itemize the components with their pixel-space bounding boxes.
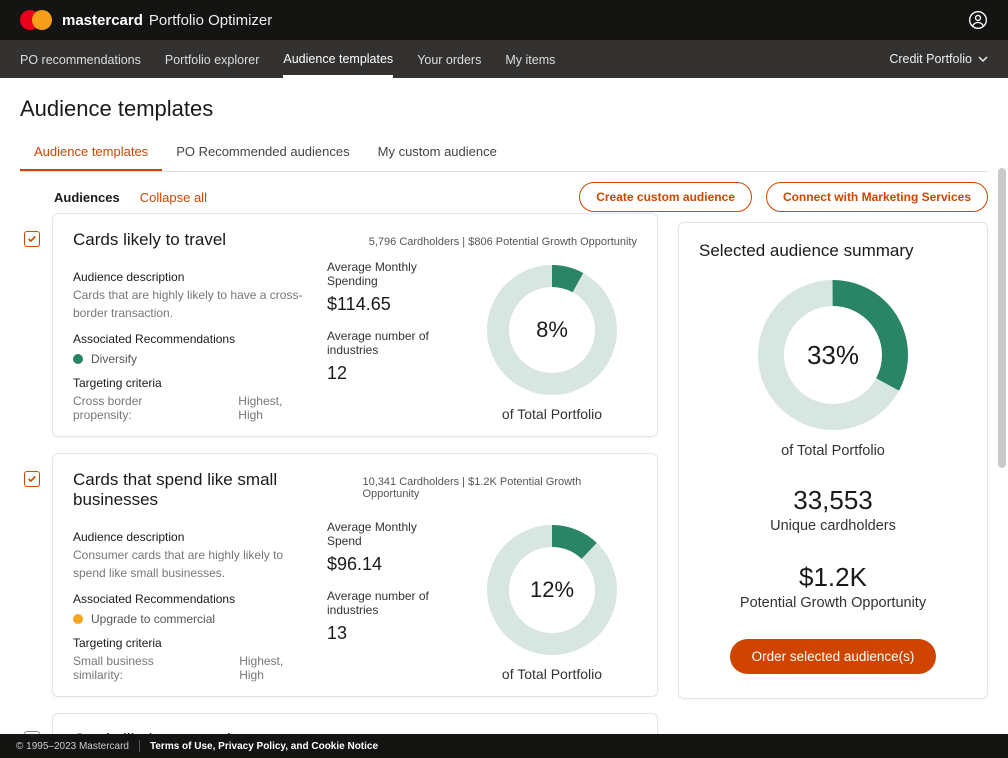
tab-po-recommended[interactable]: PO Recommended audiences xyxy=(162,136,363,171)
portfolio-share-donut: 12% xyxy=(482,520,622,660)
portfolio-selector[interactable]: Credit Portfolio xyxy=(889,52,988,66)
crit-val: Highest, High xyxy=(239,654,307,682)
rec-label: Associated Recommendations xyxy=(73,592,307,606)
card-checkbox[interactable] xyxy=(24,231,40,247)
crit-label: Targeting criteria xyxy=(73,636,307,650)
footer: © 1995–2023 Mastercard Terms of Use, Pri… xyxy=(0,734,1008,758)
desc-label: Audience description xyxy=(73,270,307,284)
brand-name: mastercard xyxy=(62,12,143,29)
avg-spend-label: Average Monthly Spending xyxy=(327,260,447,288)
nav-portfolio-explorer[interactable]: Portfolio explorer xyxy=(165,42,260,76)
audience-card: Cards likely to travel 5,796 Cardholders… xyxy=(52,213,658,437)
card-meta: 5,796 Cardholders | $806 Potential Growt… xyxy=(369,236,637,248)
top-bar: mastercard Portfolio Optimizer xyxy=(0,0,1008,40)
crit-key: Small business similarity: xyxy=(73,654,199,682)
mastercard-logo xyxy=(20,10,52,30)
create-custom-audience-button[interactable]: Create custom audience xyxy=(579,182,752,212)
audience-card: Cards that spend like small businesses 1… xyxy=(52,453,658,697)
summary-donut: 33% xyxy=(753,275,913,435)
footer-copyright: © 1995–2023 Mastercard xyxy=(16,741,129,752)
tab-audience-templates[interactable]: Audience templates xyxy=(20,136,162,171)
desc-text: Consumer cards that are highly likely to… xyxy=(73,546,307,582)
nav-audience-templates[interactable]: Audience templates xyxy=(283,41,393,78)
user-icon[interactable] xyxy=(968,10,988,30)
rec-dot-icon xyxy=(73,354,83,364)
rec-label: Associated Recommendations xyxy=(73,332,307,346)
summary-growth-value: $1.2K xyxy=(699,562,967,593)
summary-donut-caption: of Total Portfolio xyxy=(699,443,967,459)
avg-spend-value: $96.14 xyxy=(327,554,447,575)
summary-title: Selected audience summary xyxy=(699,241,967,261)
donut-caption: of Total Portfolio xyxy=(467,666,637,682)
product-name: Portfolio Optimizer xyxy=(149,12,272,29)
crit-label: Targeting criteria xyxy=(73,376,307,390)
collapse-all-link[interactable]: Collapse all xyxy=(140,190,207,205)
checkmark-icon xyxy=(27,474,37,484)
avg-ind-label: Average number of industries xyxy=(327,589,447,617)
nav-po-recommendations[interactable]: PO recommendations xyxy=(20,42,141,76)
avg-spend-value: $114.65 xyxy=(327,294,447,315)
selected-audience-summary: Selected audience summary 33% of Total P… xyxy=(678,222,988,699)
avg-ind-label: Average number of industries xyxy=(327,329,447,357)
rec-text: Upgrade to commercial xyxy=(91,612,215,626)
portfolio-share-donut: 8% xyxy=(482,260,622,400)
tab-my-custom[interactable]: My custom audience xyxy=(364,136,511,171)
avg-spend-label: Average Monthly Spend xyxy=(327,520,447,548)
chevron-down-icon xyxy=(978,54,988,64)
donut-percent: 8% xyxy=(482,260,622,400)
crit-key: Cross border propensity: xyxy=(73,394,198,422)
page-title: Audience templates xyxy=(20,96,988,122)
nav-my-items[interactable]: My items xyxy=(505,42,555,76)
scrollbar-thumb[interactable] xyxy=(998,168,1006,468)
audience-card: Cards likely to spend at restaurants 2,8… xyxy=(52,713,658,734)
card-checkbox[interactable] xyxy=(24,471,40,487)
portfolio-selector-label: Credit Portfolio xyxy=(889,52,972,66)
card-meta: 10,341 Cardholders | $1.2K Potential Gro… xyxy=(363,476,638,500)
summary-donut-percent: 33% xyxy=(753,275,913,435)
rec-text: Diversify xyxy=(91,352,137,366)
rec-dot-icon xyxy=(73,614,83,624)
donut-caption: of Total Portfolio xyxy=(467,406,637,422)
summary-unique-value: 33,553 xyxy=(699,485,967,516)
summary-growth-label: Potential Growth Opportunity xyxy=(699,595,967,611)
secondary-tabs: Audience templates PO Recommended audien… xyxy=(20,136,988,172)
donut-percent: 12% xyxy=(482,520,622,660)
crit-val: Highest, High xyxy=(238,394,307,422)
checkmark-icon xyxy=(27,234,37,244)
avg-ind-value: 12 xyxy=(327,363,447,384)
card-title: Cards likely to travel xyxy=(73,230,226,250)
main-nav: PO recommendations Portfolio explorer Au… xyxy=(0,40,1008,78)
order-selected-audiences-button[interactable]: Order selected audience(s) xyxy=(730,639,937,674)
card-title: Cards that spend like small businesses xyxy=(73,470,363,510)
summary-unique-label: Unique cardholders xyxy=(699,518,967,534)
desc-text: Cards that are highly likely to have a c… xyxy=(73,286,307,322)
footer-legal-link[interactable]: Terms of Use, Privacy Policy, and Cookie… xyxy=(150,741,378,752)
connect-marketing-services-button[interactable]: Connect with Marketing Services xyxy=(766,182,988,212)
subtab-audiences[interactable]: Audiences xyxy=(54,190,120,205)
desc-label: Audience description xyxy=(73,530,307,544)
nav-your-orders[interactable]: Your orders xyxy=(417,42,481,76)
avg-ind-value: 13 xyxy=(327,623,447,644)
